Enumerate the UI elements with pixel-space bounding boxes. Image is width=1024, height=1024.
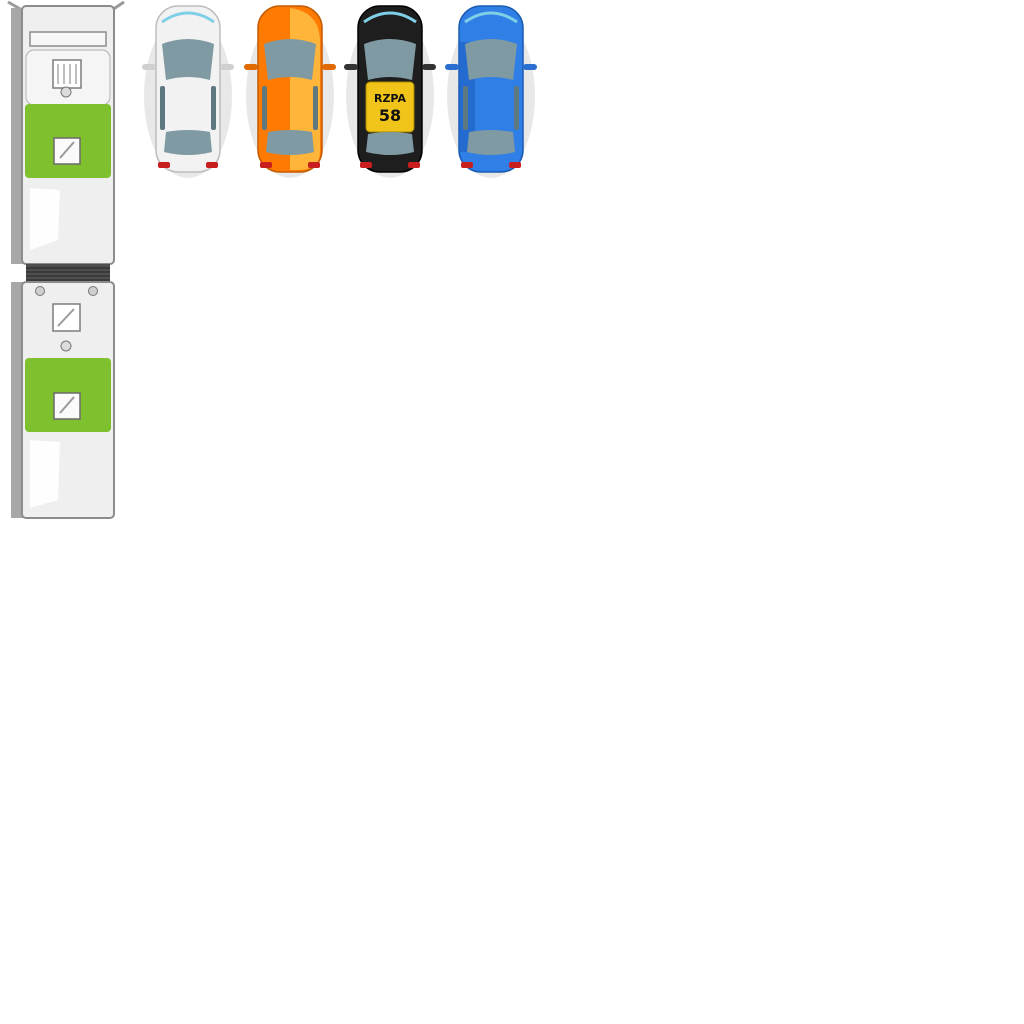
car-sprite-orange	[244, 5, 336, 178]
articulated-bus-topdown-icon	[7, 0, 125, 519]
bus-sprite	[7, 0, 125, 519]
taxi-sign-line1: RZPA	[374, 92, 406, 105]
car-sprite-taxi: RZPA 58	[344, 5, 436, 178]
car-topdown-icon	[445, 5, 537, 178]
taxi-sign-line2: 58	[379, 106, 401, 125]
car-sprite-white	[142, 5, 234, 178]
taxi-topdown-icon: RZPA 58	[344, 5, 436, 178]
car-sprite-blue	[445, 5, 537, 178]
car-topdown-icon	[142, 5, 234, 178]
car-topdown-icon	[244, 5, 336, 178]
